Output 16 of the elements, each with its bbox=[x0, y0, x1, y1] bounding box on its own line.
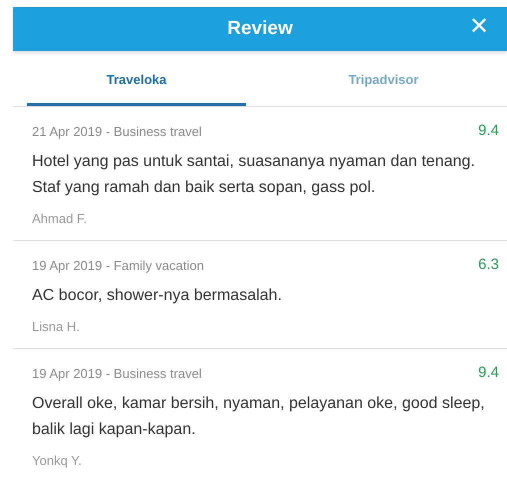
reviewer-name: Lisna H. bbox=[32, 318, 81, 336]
close-button[interactable]: ✕ bbox=[465, 13, 493, 41]
review-date: 21 Apr 2019 - Business travel bbox=[32, 122, 202, 141]
review-date: 19 Apr 2019 - Family vacation bbox=[32, 256, 204, 275]
tab[interactable]: Tripadvisor bbox=[274, 58, 493, 106]
reviewer-name: Ahmad F. bbox=[32, 210, 88, 228]
reviewer-name: Yonkq Y. bbox=[32, 452, 83, 470]
review-text: Hotel yang pas untuk santai, suasananya nyaman dan tenang. Staf yang ramah dan baik serta sopan, gass pol. bbox=[32, 152, 476, 198]
review-score: 6.3 bbox=[478, 255, 499, 275]
tab[interactable]: Traveloka bbox=[27, 58, 246, 106]
review-date: 19 Apr 2019 - Business travel bbox=[32, 364, 202, 383]
review-text: Overall oke, kamar bersih, nyaman, pelayanan oke, good sleep, balik lagi kapan-kapan. bbox=[32, 394, 486, 440]
header-title: Review bbox=[227, 16, 293, 41]
review-text: AC bocor, shower-nya bermasalah. bbox=[32, 286, 283, 306]
review-score: 9.4 bbox=[478, 363, 499, 383]
review-score: 9.4 bbox=[478, 121, 499, 141]
